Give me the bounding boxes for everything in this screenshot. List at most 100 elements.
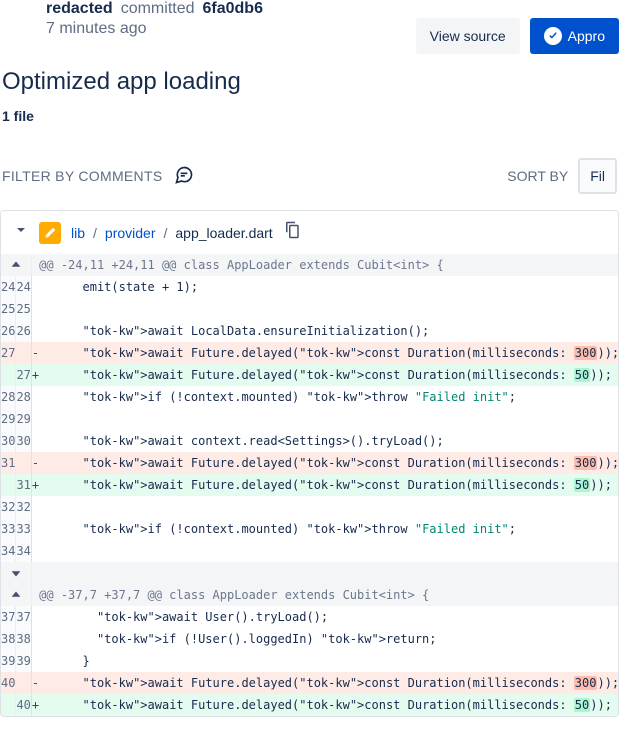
old-line-no[interactable]: 28 — [1, 386, 16, 408]
new-line-no[interactable]: 26 — [16, 320, 31, 342]
diff-sign — [31, 408, 39, 430]
file-diff: lib / provider / app_loader.dart @@ -24,… — [0, 210, 619, 717]
new-line-no[interactable] — [16, 672, 31, 694]
diff-line: 27+ "tok-kw">await Future.delayed("tok-k… — [1, 364, 619, 386]
approve-label: Appro — [568, 28, 605, 44]
code-content: "tok-kw">await Future.delayed("tok-kw">c… — [39, 672, 619, 694]
diff-line: 3333 "tok-kw">if (!context.mounted) "tok… — [1, 518, 619, 540]
diff-sign — [31, 606, 39, 628]
code-content: "tok-kw">await context.read<Settings>().… — [39, 430, 619, 452]
diff-line: 31- "tok-kw">await Future.delayed("tok-k… — [1, 452, 619, 474]
file-count: 1 file — [2, 108, 619, 124]
diff-line: 2828 "tok-kw">if (!context.mounted) "tok… — [1, 386, 619, 408]
diff-sign: + — [31, 474, 39, 496]
comment-icon — [174, 165, 194, 188]
sort-label: SORT BY — [507, 168, 568, 184]
commit-verb: committed — [121, 0, 195, 18]
approve-button[interactable]: Appro — [530, 18, 619, 54]
diff-sign: - — [31, 452, 39, 474]
copy-path-icon[interactable] — [283, 221, 301, 244]
old-line-no[interactable]: 39 — [1, 650, 16, 672]
new-line-no[interactable] — [16, 452, 31, 474]
old-line-no[interactable] — [1, 694, 16, 716]
diff-sign — [31, 298, 39, 320]
hunk-header: @@ -37,7 +37,7 @@ class AppLoader extend… — [1, 584, 619, 606]
code-content: "tok-kw">await Future.delayed("tok-kw">c… — [39, 694, 619, 716]
code-content: "tok-kw">if (!User().loggedIn) "tok-kw">… — [39, 628, 619, 650]
hunk-header: @@ -24,11 +24,11 @@ class AppLoader exte… — [1, 254, 619, 276]
old-line-no[interactable]: 31 — [1, 452, 16, 474]
code-content: "tok-kw">await LocalData.ensureInitializ… — [39, 320, 619, 342]
old-line-no[interactable]: 33 — [1, 518, 16, 540]
new-line-no[interactable]: 31 — [16, 474, 31, 496]
expand-up-icon[interactable] — [1, 254, 31, 276]
new-line-no[interactable]: 33 — [16, 518, 31, 540]
code-content — [39, 298, 619, 320]
code-content: "tok-kw">if (!context.mounted) "tok-kw">… — [39, 518, 619, 540]
diff-sign — [31, 430, 39, 452]
old-line-no[interactable]: 27 — [1, 342, 16, 364]
diff-sign — [31, 518, 39, 540]
diff-line: 3434 — [1, 540, 619, 562]
new-line-no[interactable]: 37 — [16, 606, 31, 628]
old-line-no[interactable]: 38 — [1, 628, 16, 650]
new-line-no[interactable]: 28 — [16, 386, 31, 408]
old-line-no[interactable]: 34 — [1, 540, 16, 562]
code-content: emit(state + 1); — [39, 276, 619, 298]
old-line-no[interactable]: 25 — [1, 298, 16, 320]
new-line-no[interactable]: 40 — [16, 694, 31, 716]
new-line-no[interactable]: 32 — [16, 496, 31, 518]
code-content: "tok-kw">if (!context.mounted) "tok-kw">… — [39, 386, 619, 408]
diff-line: 31+ "tok-kw">await Future.delayed("tok-k… — [1, 474, 619, 496]
chevron-down-icon[interactable] — [13, 222, 29, 243]
path-seg-0[interactable]: lib — [71, 225, 85, 241]
diff-sign — [31, 540, 39, 562]
old-line-no[interactable]: 29 — [1, 408, 16, 430]
code-content: "tok-kw">await Future.delayed("tok-kw">c… — [39, 342, 619, 364]
diff-line: 40+ "tok-kw">await Future.delayed("tok-k… — [1, 694, 619, 716]
diff-line: 40- "tok-kw">await Future.delayed("tok-k… — [1, 672, 619, 694]
new-line-no[interactable]: 29 — [16, 408, 31, 430]
diff-sign — [31, 276, 39, 298]
diff-sign — [31, 628, 39, 650]
sort-select[interactable]: Fil — [578, 158, 617, 194]
check-icon — [544, 27, 562, 45]
code-content — [39, 408, 619, 430]
new-line-no[interactable]: 24 — [16, 276, 31, 298]
new-line-no[interactable] — [16, 342, 31, 364]
new-line-no[interactable]: 30 — [16, 430, 31, 452]
filter-label: FILTER BY COMMENTS — [2, 168, 162, 184]
new-line-no[interactable]: 34 — [16, 540, 31, 562]
code-content — [39, 496, 619, 518]
commit-hash[interactable]: 6fa0db6 — [203, 0, 263, 18]
expand-down-icon[interactable] — [1, 562, 31, 584]
diff-line: 2525 — [1, 298, 619, 320]
path-seg-1[interactable]: provider — [105, 225, 156, 241]
old-line-no[interactable]: 32 — [1, 496, 16, 518]
new-line-no[interactable]: 39 — [16, 650, 31, 672]
filter-by-comments[interactable]: FILTER BY COMMENTS — [2, 165, 194, 188]
diff-line: 27- "tok-kw">await Future.delayed("tok-k… — [1, 342, 619, 364]
new-line-no[interactable]: 38 — [16, 628, 31, 650]
diff-line: 2424 emit(state + 1); — [1, 276, 619, 298]
old-line-no[interactable]: 40 — [1, 672, 16, 694]
diff-sign — [31, 386, 39, 408]
new-line-no[interactable]: 25 — [16, 298, 31, 320]
old-line-no[interactable] — [1, 474, 16, 496]
file-path[interactable]: lib / provider / app_loader.dart — [71, 225, 273, 241]
old-line-no[interactable]: 26 — [1, 320, 16, 342]
old-line-no[interactable] — [1, 364, 16, 386]
old-line-no[interactable]: 37 — [1, 606, 16, 628]
diff-line: 3737 "tok-kw">await User().tryLoad(); — [1, 606, 619, 628]
diff-line: 2626 "tok-kw">await LocalData.ensureInit… — [1, 320, 619, 342]
author-name[interactable]: redacted — [46, 0, 113, 18]
old-line-no[interactable]: 30 — [1, 430, 16, 452]
view-source-button[interactable]: View source — [416, 18, 520, 54]
expand-up-icon[interactable] — [1, 584, 31, 606]
diff-sign: + — [31, 364, 39, 386]
hunk-text: @@ -24,11 +24,11 @@ class AppLoader exte… — [39, 254, 619, 276]
code-content: "tok-kw">await Future.delayed("tok-kw">c… — [39, 452, 619, 474]
new-line-no[interactable]: 27 — [16, 364, 31, 386]
old-line-no[interactable]: 24 — [1, 276, 16, 298]
code-content: "tok-kw">await User().tryLoad(); — [39, 606, 619, 628]
